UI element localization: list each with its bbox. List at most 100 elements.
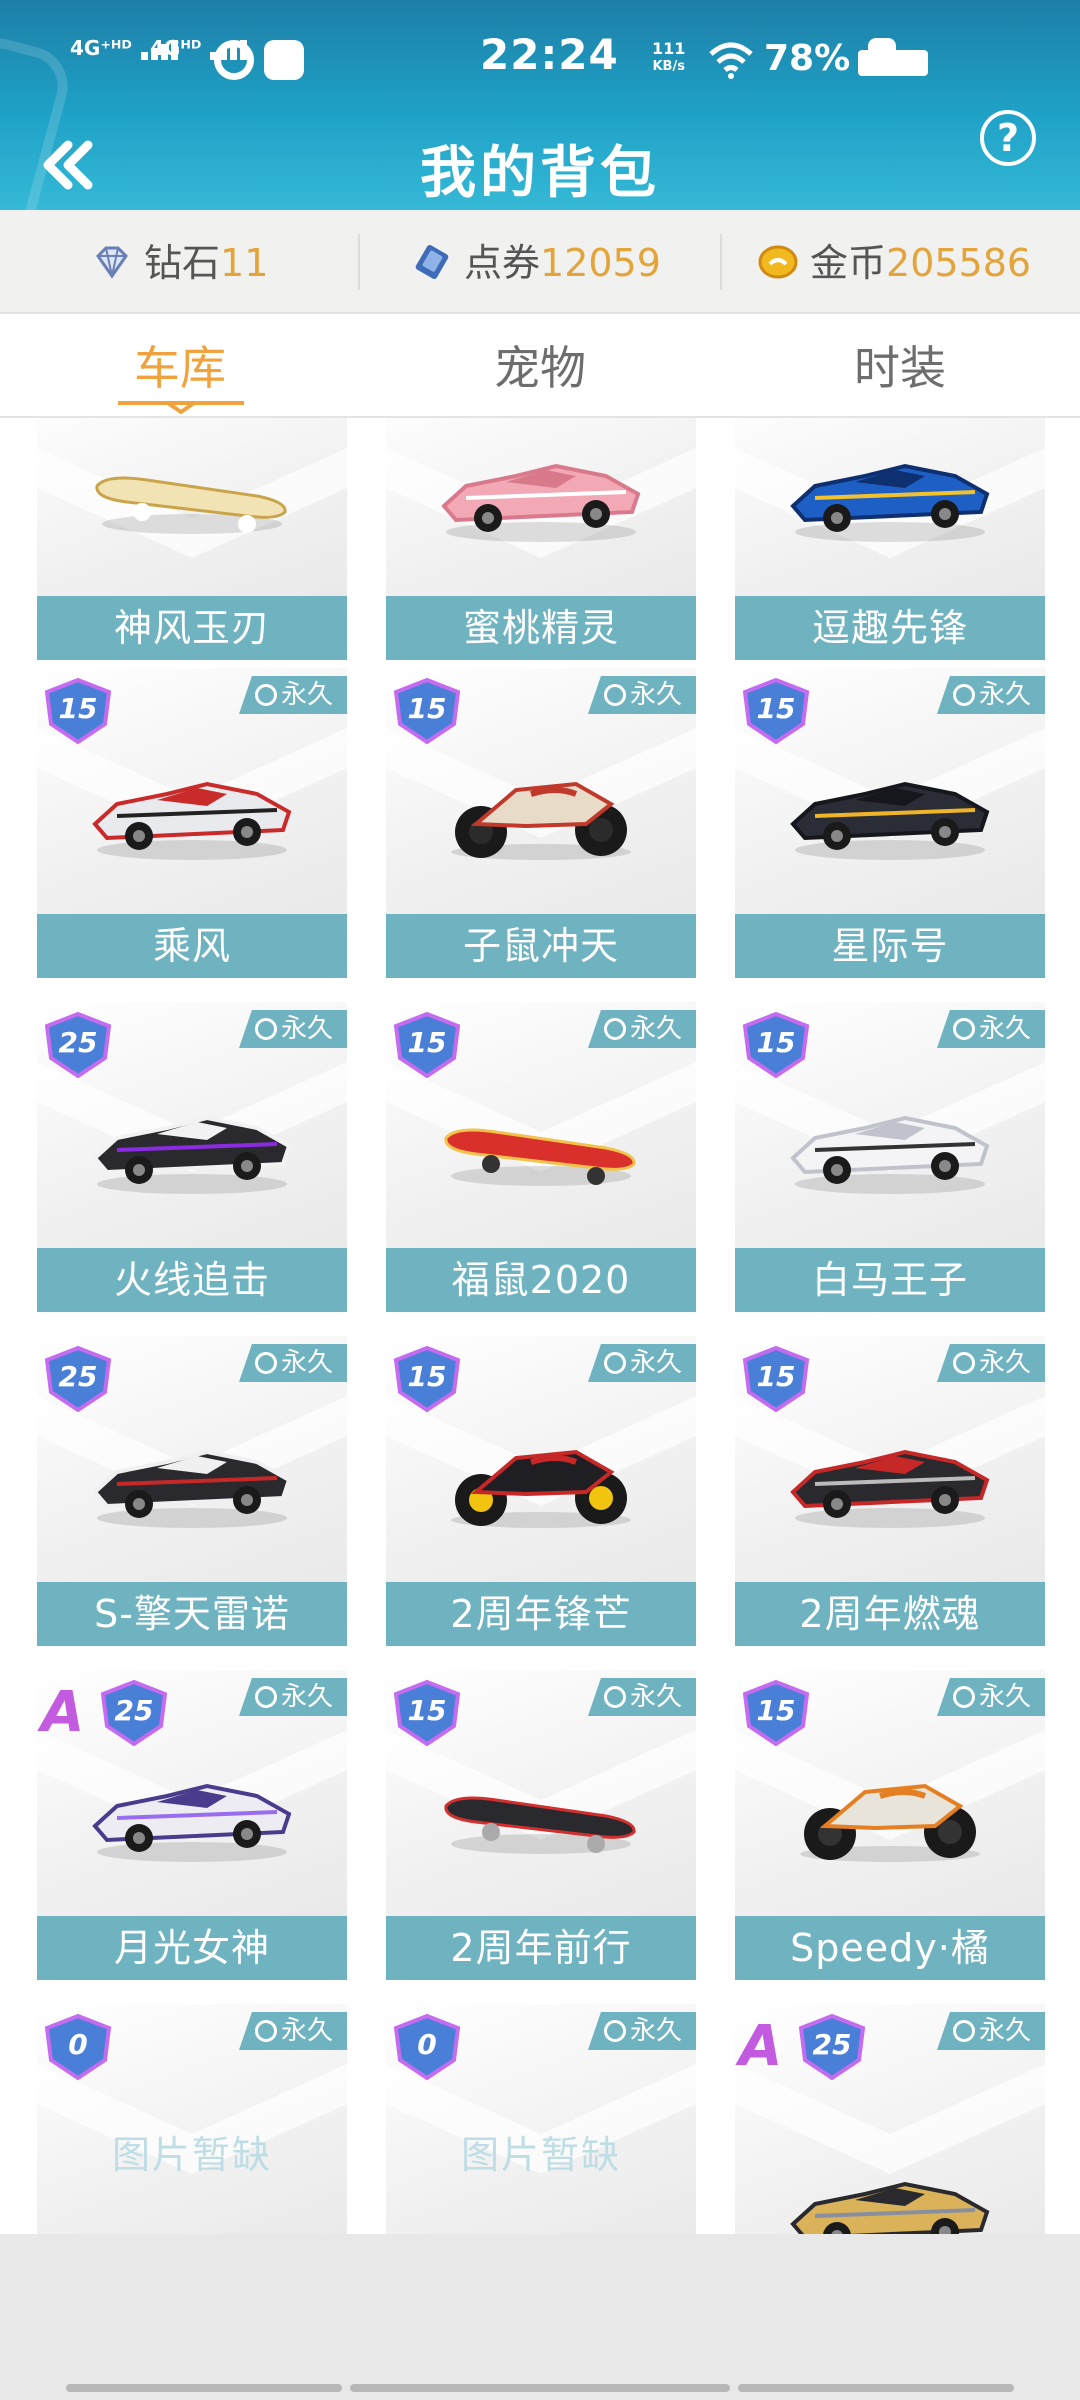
status-bar: 4G⁺ᴴᴰ 4Gᴴᴰ 22:24 111 KB/s 78% [0,0,1080,120]
clock-icon [254,1352,277,1374]
currency-voucher: 点券12059 [412,238,661,288]
level-badge: 25 [43,1011,113,1079]
permanent-tag: 永久 [936,1344,1045,1382]
level-text: 25 [812,2028,852,2061]
level-badge: 15 [741,1011,811,1079]
permanent-label: 永久 [978,1682,1031,1712]
permanent-tag: 永久 [238,1678,347,1716]
vehicle-card[interactable]: 15 永久 2周年锋芒 [386,1336,696,1646]
vehicle-image [790,463,990,542]
vehicle-card[interactable]: 15 永久 福鼠2020 [386,1002,696,1312]
currency-diamond: 钻石11 [92,238,268,288]
level-text: 15 [58,692,98,725]
permanent-label: 永久 [978,2016,1031,2046]
app-header: 4G⁺ᴴᴰ 4Gᴴᴰ 22:24 111 KB/s 78% 我的背包 ? [0,0,1080,210]
grade-badge: A [739,2014,783,2079]
image-missing-text: 图片暂缺 [111,2133,272,2177]
network-speed: 111 KB/s [652,40,685,76]
permanent-label: 永久 [629,680,682,710]
clock-icon [254,2020,277,2042]
vehicle-card[interactable]: 15 永久 2周年燃魂 [735,1336,1045,1646]
battery-icon [858,38,928,76]
level-badge: 15 [43,677,113,745]
scroll-indicator[interactable] [350,2384,730,2392]
vehicle-name: 子鼠冲天 [386,914,696,978]
tab-garage[interactable]: 车库 [60,332,300,398]
tab-fashion[interactable]: 时装 [780,332,1020,398]
voucher-icon [415,244,449,279]
vehicle-image [441,463,641,542]
permanent-tag: 永久 [587,1678,696,1716]
vehicle-name: Speedy·橘 [735,1916,1045,1980]
vehicle-card[interactable]: 逗趣先锋 [735,418,1045,660]
vehicle-card[interactable]: 25 永久 火线追击 [37,1002,347,1312]
grade-badge: A [41,1680,85,1745]
vehicle-name: 蜜桃精灵 [386,596,696,660]
vehicle-card[interactable]: 神风玉刃 [37,418,347,660]
scroll-indicator[interactable] [66,2384,342,2392]
vehicle-card[interactable]: 15 永久 乘风 [37,668,347,978]
level-text: 25 [114,1694,154,1727]
vehicle-image [92,1783,292,1862]
vehicle-image [451,781,631,860]
vehicle-card[interactable]: 15 永久 子鼠冲天 [386,668,696,978]
permanent-label: 永久 [280,2016,333,2046]
battery-percent: 78% [764,38,851,79]
vehicle-card[interactable]: 15 永久 白马王子 [735,1002,1045,1312]
permanent-tag: 永久 [238,1010,347,1048]
vehicle-card[interactable]: 25 永久 S-擎天雷诺 [37,1336,347,1646]
divider [358,234,360,290]
vehicle-name: 2周年前行 [386,1916,696,1980]
vehicle-name: 星际号 [735,914,1045,978]
clock-icon [603,684,626,706]
image-missing-text: 图片暂缺 [460,2133,621,2177]
vehicle-card[interactable]: 图片暂缺 0 永久 [386,2004,696,2234]
scroll-indicator[interactable] [738,2384,1014,2392]
clock-icon [952,1686,975,1708]
permanent-tag: 永久 [587,1344,696,1382]
vehicle-name: 月光女神 [37,1916,347,1980]
clock-icon [254,1018,277,1040]
active-tab-indicator [118,401,244,414]
permanent-label: 永久 [280,1348,333,1378]
level-text: 0 [68,2028,88,2061]
level-badge: 0 [392,2013,462,2081]
permanent-tag: 永久 [238,676,347,714]
vehicle-card[interactable]: 25 永久 A [735,2004,1045,2234]
clock-icon [952,1018,975,1040]
vehicle-card[interactable]: 图片暂缺 0 永久 [37,2004,347,2234]
signal-label-2: 4Gᴴᴰ [150,36,202,60]
vehicle-card[interactable]: 15 永久 2周年前行 [386,1670,696,1980]
level-badge: 15 [741,1345,811,1413]
level-text: 0 [417,2028,437,2061]
network-speed-unit: KB/s [652,59,685,74]
permanent-tag: 永久 [587,2012,696,2050]
level-badge: 15 [392,1011,462,1079]
level-text: 25 [58,1026,98,1059]
permanent-label: 永久 [629,2016,682,2046]
permanent-tag: 永久 [587,1010,696,1048]
level-badge: 15 [741,1679,811,1747]
vehicle-image [800,1783,980,1862]
clock: 22:24 [480,30,619,79]
vehicle-image [451,1449,631,1528]
vehicle-image [444,1128,636,1186]
level-text: 15 [756,1360,796,1393]
permanent-tag: 永久 [238,1344,347,1382]
tab-pets[interactable]: 宠物 [420,332,660,398]
level-badge: 0 [43,2013,113,2081]
vehicle-card[interactable]: 25 永久 A 月光女神 [37,1670,347,1980]
vehicle-name: 2周年锋芒 [386,1582,696,1646]
page-title: 我的背包 [420,141,660,206]
vehicle-image [790,781,990,860]
clock-icon [603,2020,626,2042]
level-text: 15 [756,1026,796,1059]
vehicle-card[interactable]: 15 永久 Speedy·橘 [735,1670,1045,1980]
clock-icon [603,1686,626,1708]
vehicle-card[interactable]: 15 永久 星际号 [735,668,1045,978]
coin-icon [758,245,798,278]
level-badge: 15 [741,677,811,745]
help-button[interactable]: ? [980,110,1036,166]
level-badge: 15 [392,1345,462,1413]
vehicle-card[interactable]: 蜜桃精灵 [386,418,696,660]
